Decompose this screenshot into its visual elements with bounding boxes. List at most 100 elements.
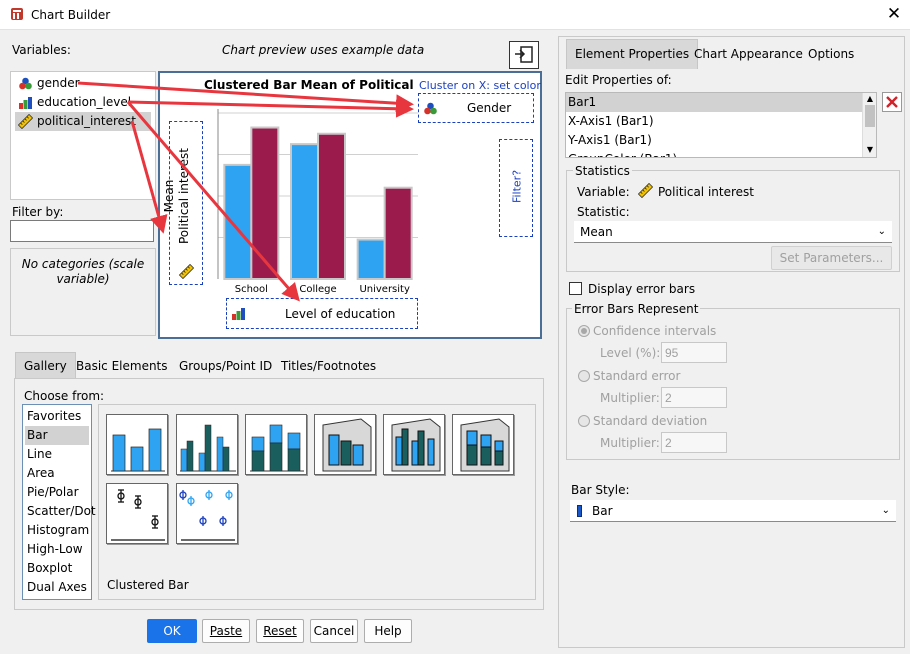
splitter-handle[interactable] (76, 242, 90, 253)
display-error-bars-checkbox[interactable] (569, 282, 582, 295)
standard-error-radio[interactable] (578, 370, 590, 382)
edit-properties-label: Edit Properties of: (565, 73, 672, 87)
tab-basic-elements[interactable]: Basic Elements (68, 353, 176, 379)
scroll-up-icon[interactable]: ▲ (863, 93, 876, 105)
title-bar: Chart Builder ✕ (0, 0, 910, 30)
tab-element-properties[interactable]: Element Properties (566, 39, 699, 69)
bar-style-dropdown[interactable]: Bar ⌄ (570, 500, 896, 522)
chart-canvas[interactable]: Clustered Bar Mean of Political inte... … (158, 71, 542, 339)
variable-item-gender[interactable]: gender (15, 74, 151, 93)
cluster-label: Cluster on X: set color (419, 79, 541, 92)
simple-error-bar-thumb[interactable] (106, 483, 168, 544)
list-scrollbar[interactable]: ▲ ▼ (862, 93, 876, 157)
se-multiplier-input[interactable] (661, 387, 727, 408)
ok-button[interactable]: OK (147, 619, 197, 643)
variables-list[interactable]: gender education_level political_interes… (10, 71, 156, 200)
x-axis-drop-zone[interactable]: Level of education (226, 298, 418, 329)
close-window-button[interactable]: ✕ (884, 4, 904, 24)
tab-groups-point-id[interactable]: Groups/Point ID (171, 353, 280, 379)
chart-type-histogram[interactable]: Histogram (25, 521, 89, 540)
error-bars-represent-label: Error Bars Represent (572, 302, 701, 316)
chart-type-favorites[interactable]: Favorites (25, 407, 89, 426)
bar-school-series-2 (250, 126, 280, 281)
paste-button[interactable]: Paste (202, 619, 250, 643)
bar-college-series-1 (290, 143, 319, 280)
standard-deviation-radio[interactable] (578, 415, 590, 427)
variable-item-political-interest[interactable]: political_interest (15, 112, 151, 131)
tab-gallery[interactable]: Gallery (15, 352, 76, 378)
se-multiplier-label: Multiplier: (600, 391, 660, 405)
bar-style-value: Bar (592, 504, 613, 518)
level-input[interactable] (661, 342, 727, 363)
filter-label: Filter by: (12, 205, 64, 219)
chart-type-high-low[interactable]: High-Low (25, 540, 89, 559)
property-item-bar1[interactable]: Bar1 (566, 93, 862, 112)
delete-element-button[interactable] (882, 92, 902, 112)
filter-drop-zone[interactable]: Filter? (499, 139, 533, 237)
3d-bar-thumb[interactable] (314, 414, 376, 475)
chart-type-area[interactable]: Area (25, 464, 89, 483)
bar-style-label: Bar Style: (571, 483, 630, 497)
variable-label: political_interest (37, 114, 136, 128)
scroll-thumb[interactable] (865, 105, 875, 127)
statistic-label: Statistic: (577, 205, 630, 219)
chart-type-scatter-dot[interactable]: Scatter/Dot (25, 502, 96, 521)
3d-clustered-bar-thumb[interactable] (383, 414, 445, 475)
bar-university-series-2 (383, 186, 413, 280)
cluster-drop-zone[interactable]: Gender (418, 93, 534, 123)
bar-school-series-1 (223, 163, 253, 280)
filter-input[interactable] (10, 220, 154, 242)
scroll-down-icon[interactable]: ▼ (863, 144, 876, 156)
standard-deviation-label: Standard deviation (593, 414, 708, 428)
variable-label: Variable: (577, 185, 630, 199)
chart-type-boxplot[interactable]: Boxplot (25, 559, 89, 578)
simple-bar-thumb[interactable] (106, 414, 168, 475)
help-button[interactable]: Help (364, 619, 412, 643)
x-tick-label: School (235, 284, 268, 295)
reset-button[interactable]: Reset (256, 619, 304, 643)
chart-type-line[interactable]: Line (25, 445, 89, 464)
sd-multiplier-input[interactable] (661, 432, 727, 453)
nominal-icon (19, 77, 32, 90)
chart-title: Clustered Bar Mean of Political inte... (204, 78, 416, 92)
window-title: Chart Builder (31, 8, 111, 22)
chart-type-bar[interactable]: Bar (25, 426, 89, 445)
x-tick-label: College (299, 284, 336, 295)
chart-type-dual-axes[interactable]: Dual Axes (25, 578, 89, 597)
expand-icon (515, 46, 533, 63)
set-parameters-button[interactable]: Set Parameters... (771, 246, 892, 270)
variable-item-education-level[interactable]: education_level (15, 93, 151, 112)
cancel-button[interactable]: Cancel (310, 619, 358, 643)
x-tick-label: University (359, 284, 410, 295)
scale-icon (18, 114, 33, 129)
property-item-x-axis[interactable]: X-Axis1 (Bar1) (566, 112, 862, 131)
cluster-variable: Gender (467, 101, 512, 115)
tab-chart-appearance[interactable]: Chart Appearance (686, 41, 811, 67)
confidence-intervals-radio[interactable] (578, 325, 590, 337)
standard-error-label: Standard error (593, 369, 681, 383)
scale-icon (638, 183, 653, 198)
chart-type-list[interactable]: Favorites Bar Line Area Pie/Polar Scatte… (22, 404, 96, 600)
chart-type-pie-polar[interactable]: Pie/Polar (25, 483, 89, 502)
confidence-intervals-label: Confidence intervals (593, 324, 717, 338)
bar-college-series-2 (317, 132, 346, 280)
clustered-error-bar-thumb[interactable] (176, 483, 238, 544)
3d-stacked-bar-thumb[interactable] (452, 414, 514, 475)
chart-builder-app-icon (11, 8, 23, 20)
expand-preview-button[interactable] (509, 41, 539, 69)
y-axis-stat: Mean (162, 179, 176, 213)
statistic-dropdown[interactable]: Mean ⌄ (574, 221, 892, 243)
tab-titles-footnotes[interactable]: Titles/Footnotes (273, 353, 384, 379)
tab-options[interactable]: Options (800, 41, 862, 67)
chevron-down-icon: ⌄ (881, 505, 890, 516)
ordinal-icon (232, 308, 245, 320)
stacked-bar-thumb[interactable] (245, 414, 307, 475)
edit-properties-list[interactable]: Bar1 X-Axis1 (Bar1) Y-Axis1 (Bar1) Group… (565, 92, 877, 158)
statistic-value: Mean (580, 225, 613, 239)
property-item-y-axis[interactable]: Y-Axis1 (Bar1) (566, 131, 862, 150)
clustered-bar-thumb[interactable] (176, 414, 238, 475)
level-label: Level (%): (600, 346, 661, 360)
y-axis-drop-zone[interactable]: Mean Political interest (162, 121, 203, 285)
selected-chart-name: Clustered Bar (107, 578, 189, 592)
property-item-group-color[interactable]: GroupColor (Bar1) (566, 150, 862, 157)
